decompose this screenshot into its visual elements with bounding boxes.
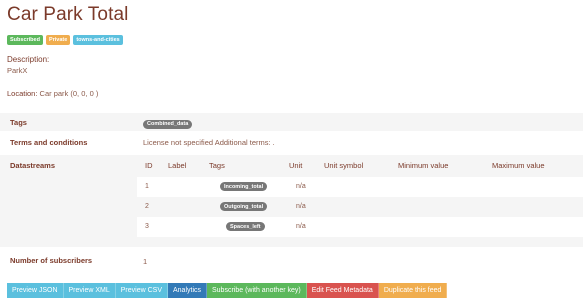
action-toolbar: Preview JSON Preview XML Preview CSV Ana… (7, 283, 448, 298)
location-label: Location: (7, 89, 38, 98)
badge-group: Subscribed Private towns-and-cities (7, 35, 123, 45)
subscribe-button[interactable]: Subscribe (with another key) (207, 283, 307, 298)
row-unit: n/a (296, 203, 306, 210)
tags-row: Tags Combined_data (0, 113, 583, 131)
tags-label: Tags (10, 118, 27, 127)
page-title: Car Park Total (7, 4, 129, 25)
terms-row: Terms and conditions License not specifi… (0, 134, 583, 151)
col-tags: Tags (209, 161, 225, 170)
subscribers-label: Number of subscribers (10, 256, 93, 265)
row-tag: Incoming_total (220, 182, 268, 191)
preview-xml-button[interactable]: Preview XML (63, 283, 116, 298)
duplicate-feed-button[interactable]: Duplicate this feed (378, 283, 448, 298)
description-value: ParkX (7, 66, 28, 75)
tag-pill[interactable]: Outgoing_total (220, 202, 268, 211)
row-tag: Outgoing_total (220, 202, 268, 211)
table-row: 2 Outgoing_total n/a (137, 197, 583, 217)
terms-value: License not specified Additional terms: … (143, 138, 275, 147)
location: Location: Car park (0, 0, 0 ) (7, 89, 98, 98)
col-max-value: Maximum value (492, 161, 545, 170)
col-label: Label (168, 161, 187, 170)
tag-pill[interactable]: Combined_data (143, 119, 193, 129)
subscribers-value: 1 (143, 257, 148, 266)
tag-pill[interactable]: Spaces_left (226, 222, 265, 231)
datastreams-label: Datastreams (10, 161, 56, 170)
datastreams-row: Datastreams ID Label Tags Unit Unit symb… (0, 155, 583, 247)
subscribers-row: Number of subscribers 1 (0, 253, 583, 269)
tags-value: Combined_data (143, 118, 193, 129)
table-row: 3 Spaces_left n/a (137, 217, 583, 237)
category-badge: towns-and-cities (73, 35, 123, 45)
description-label: Description: (7, 55, 50, 64)
location-value: Car park (0, 0, 0 ) (39, 89, 99, 98)
col-min-value: Minimum value (398, 161, 449, 170)
edit-feed-button[interactable]: Edit Feed Metadata (306, 283, 379, 298)
analytics-button[interactable]: Analytics (167, 283, 207, 298)
row-tag: Spaces_left (226, 222, 265, 231)
preview-csv-button[interactable]: Preview CSV (115, 283, 168, 298)
row-unit: n/a (296, 183, 306, 190)
row-id: 2 (145, 203, 149, 210)
row-unit: n/a (296, 223, 306, 230)
tag-pill[interactable]: Incoming_total (220, 182, 268, 191)
row-id: 3 (145, 223, 149, 230)
table-row: 1 Incoming_total n/a (137, 177, 583, 197)
preview-json-button[interactable]: Preview JSON (7, 283, 64, 298)
col-unit-symbol: Unit symbol (324, 161, 364, 170)
private-badge: Private (45, 35, 71, 45)
col-unit: Unit (289, 161, 303, 170)
terms-label: Terms and conditions (10, 138, 88, 147)
col-id: ID (145, 161, 153, 170)
subscribed-badge: Subscribed (7, 35, 43, 45)
row-id: 1 (145, 183, 149, 190)
